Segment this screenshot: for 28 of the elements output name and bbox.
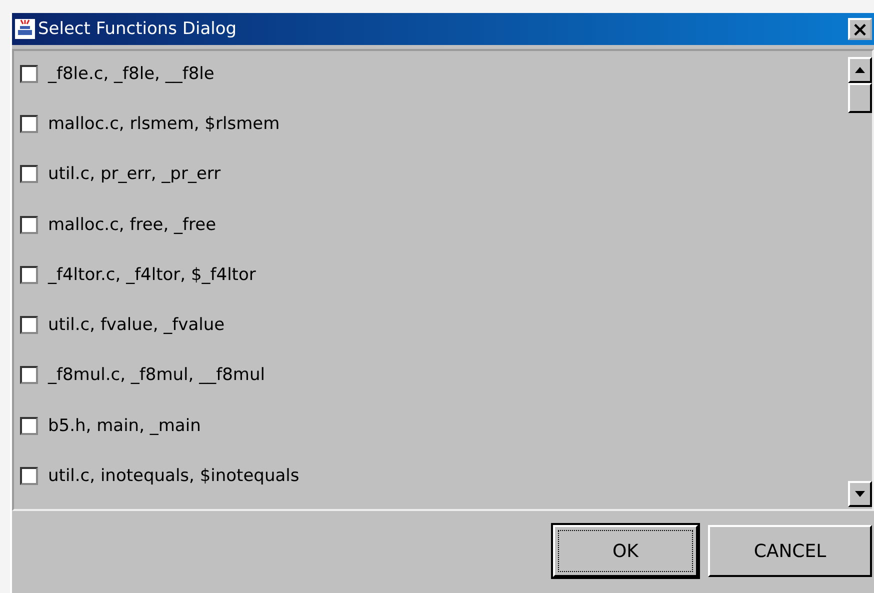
function-label: _f8le.c, _f8le, __f8le xyxy=(48,65,214,83)
function-label: util.c, pr_err, _pr_err xyxy=(48,165,221,184)
scroll-down-button[interactable] xyxy=(848,481,872,507)
checkbox[interactable] xyxy=(20,366,38,384)
function-label: b5.h, main, _main xyxy=(48,416,201,435)
checkbox[interactable] xyxy=(20,165,38,184)
dialog-button[interactable]: CANCEL xyxy=(708,525,872,577)
checkbox[interactable] xyxy=(20,115,38,134)
function-label: _f4ltor.c, _f4ltor, $_f4ltor xyxy=(48,266,256,284)
scroll-thumb[interactable] xyxy=(848,83,872,113)
function-label: malloc.c, rlsmem, $rlsmem xyxy=(48,115,280,134)
checkbox[interactable] xyxy=(20,266,38,284)
scroll-up-button[interactable] xyxy=(848,57,872,83)
dialog-button[interactable]: OK xyxy=(553,525,698,577)
down-arrow-icon xyxy=(854,490,866,498)
app-icon xyxy=(14,18,36,40)
window-title: Select Functions Dialog xyxy=(38,19,238,39)
checkbox[interactable] xyxy=(20,316,38,334)
checkbox[interactable] xyxy=(20,65,38,83)
function-label: util.c, fvalue, _fvalue xyxy=(48,316,225,334)
function-label: malloc.c, free, _free xyxy=(48,216,216,234)
checkbox[interactable] xyxy=(20,466,38,485)
up-arrow-icon xyxy=(854,66,866,74)
function-label: _f8mul.c, _f8mul, __f8mul xyxy=(48,366,265,384)
close-button[interactable]: × xyxy=(848,18,872,40)
function-label: util.c, inotequals, $inotequals xyxy=(48,466,300,485)
checkbox[interactable] xyxy=(20,216,38,234)
checkbox[interactable] xyxy=(20,416,38,435)
